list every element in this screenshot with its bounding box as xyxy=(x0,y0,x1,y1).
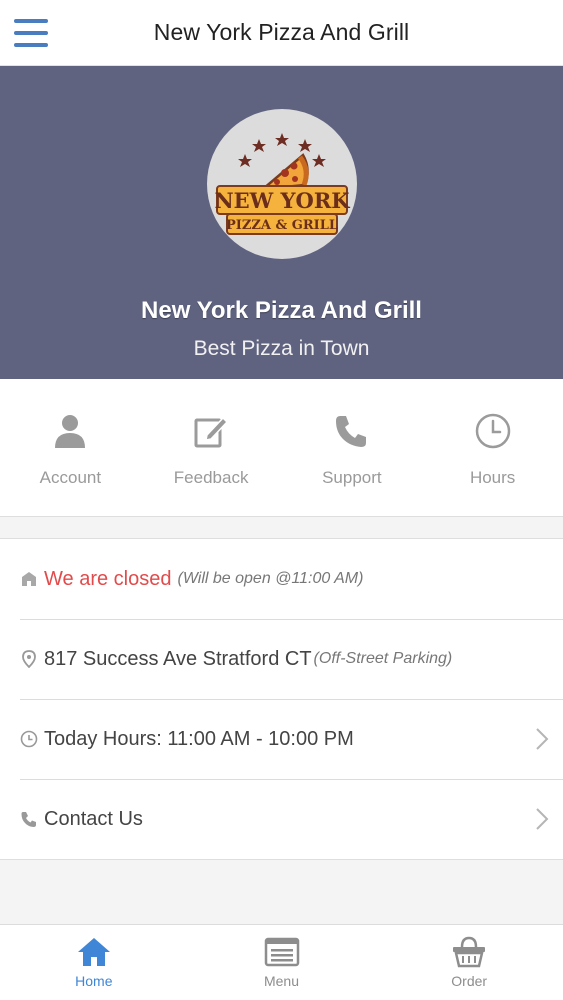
logo-graphic: NEW YORK PIZZA & GRILL xyxy=(214,133,350,235)
edit-icon xyxy=(194,416,229,448)
page-title: New York Pizza And Grill xyxy=(153,19,410,45)
hamburger-menu-icon[interactable] xyxy=(14,19,48,47)
support-label: Support xyxy=(322,468,382,487)
reopen-note: (Will be open @11:00 AM) xyxy=(177,570,364,587)
restaurant-logo: NEW YORK PIZZA & GRILL xyxy=(206,109,357,259)
today-hours-text: Today Hours: 11:00 AM - 10:00 PM xyxy=(44,727,354,750)
phone-icon xyxy=(21,812,36,827)
feedback-label: Feedback xyxy=(173,468,249,487)
nav-home-label: Home xyxy=(75,973,113,989)
logo-line-1: NEW YORK xyxy=(214,188,350,213)
nav-menu-label: Menu xyxy=(263,973,300,989)
store-icon xyxy=(22,572,36,586)
account-button[interactable]: Account xyxy=(0,379,141,516)
nav-home[interactable]: Home xyxy=(0,925,188,1000)
nav-menu[interactable]: Menu xyxy=(188,925,376,1000)
basket-icon xyxy=(453,936,486,968)
home-icon xyxy=(77,938,110,966)
contact-row[interactable]: Contact Us xyxy=(0,779,563,859)
clock-icon xyxy=(475,413,510,449)
restaurant-tagline: Best Pizza in Town xyxy=(193,337,370,360)
address-row[interactable]: 817 Success Ave Stratford CT (Off-Street… xyxy=(0,619,563,699)
app-header: New York Pizza And Grill xyxy=(0,0,563,66)
nav-order[interactable]: Order xyxy=(375,925,563,1000)
nav-order-label: Order xyxy=(451,973,488,989)
clock-icon xyxy=(20,730,38,748)
chevron-right-icon xyxy=(536,808,549,830)
chevron-right-icon xyxy=(536,728,549,750)
menu-list-icon xyxy=(264,937,299,967)
closed-status-text: We are closed xyxy=(44,567,172,590)
map-pin-icon xyxy=(22,650,36,668)
quick-actions: Account Feedback Support Hours xyxy=(0,379,563,517)
open-status-row: We are closed (Will be open @11:00 AM) xyxy=(0,539,563,619)
restaurant-name: New York Pizza And Grill xyxy=(141,297,422,324)
logo-line-2: PIZZA & GRILL xyxy=(226,218,338,233)
address-text: 817 Success Ave Stratford CT xyxy=(44,647,312,670)
user-icon xyxy=(55,415,86,448)
account-label: Account xyxy=(39,468,102,487)
phone-icon xyxy=(335,416,366,447)
contact-us-text: Contact Us xyxy=(44,807,143,830)
hours-button[interactable]: Hours xyxy=(422,379,563,516)
restaurant-hero: NEW YORK PIZZA & GRILL New York Pizza An… xyxy=(0,66,563,379)
parking-note: (Off-Street Parking) xyxy=(313,650,453,667)
restaurant-info-list: We are closed (Will be open @11:00 AM) 8… xyxy=(0,538,563,860)
feedback-button[interactable]: Feedback xyxy=(141,379,282,516)
bottom-navigation: Home Menu Order xyxy=(0,924,563,1000)
hours-row[interactable]: Today Hours: 11:00 AM - 10:00 PM xyxy=(0,699,563,779)
hours-label: Hours xyxy=(469,468,516,487)
support-button[interactable]: Support xyxy=(282,379,423,516)
